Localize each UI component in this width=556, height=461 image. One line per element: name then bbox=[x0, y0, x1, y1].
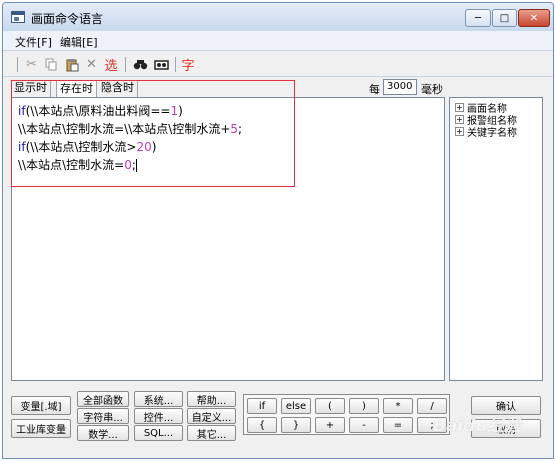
custom-button[interactable]: 自定义... bbox=[187, 408, 236, 424]
operator-button[interactable]: * bbox=[383, 398, 413, 414]
string-button[interactable]: 字符串... bbox=[77, 408, 129, 424]
menu-file[interactable]: 文件[F] bbox=[15, 34, 52, 50]
menu-edit[interactable]: 编辑[E] bbox=[60, 34, 98, 50]
toolbar-separator bbox=[125, 57, 126, 72]
maximize-button[interactable]: □ bbox=[492, 9, 517, 27]
select-button[interactable]: 选 bbox=[102, 56, 120, 74]
toolbar-separator bbox=[175, 57, 176, 72]
window-title: 画面命令语言 bbox=[31, 12, 104, 26]
copy-icon[interactable] bbox=[43, 56, 60, 73]
tree-item-label: 关键字名称 bbox=[467, 127, 517, 139]
operator-button[interactable]: - bbox=[349, 417, 379, 433]
char-button[interactable]: 字 bbox=[179, 56, 197, 74]
sql-button[interactable]: SQL... bbox=[134, 425, 183, 441]
menu-bar: 文件[F] 编辑[E] bbox=[3, 31, 553, 50]
annotation-highlight bbox=[11, 80, 295, 187]
interval-prefix-label: 每 bbox=[369, 83, 380, 96]
expand-icon[interactable]: + bbox=[455, 102, 464, 112]
operator-button[interactable]: = bbox=[383, 417, 413, 433]
title-bar[interactable]: 画面命令语言 ─ □ ✕ bbox=[3, 3, 553, 31]
operator-button[interactable]: ( bbox=[315, 398, 345, 414]
all-functions-button[interactable]: 全部函数 bbox=[77, 391, 129, 407]
operator-button[interactable]: else bbox=[281, 398, 311, 414]
operator-button[interactable]: ) bbox=[349, 398, 379, 414]
find-icon[interactable] bbox=[131, 56, 149, 73]
variable-domain-button[interactable]: 变量[.域] bbox=[11, 396, 71, 415]
cut-icon[interactable]: ✂ bbox=[23, 56, 40, 73]
minimize-button[interactable]: ─ bbox=[465, 9, 491, 27]
expand-icon[interactable]: + bbox=[455, 126, 464, 136]
system-button[interactable]: 系统... bbox=[134, 391, 183, 407]
app-icon bbox=[11, 11, 25, 23]
operator-button[interactable]: + bbox=[315, 417, 345, 433]
interval-input[interactable]: 3000 bbox=[383, 79, 417, 95]
replace-icon[interactable] bbox=[152, 56, 170, 73]
delete-icon[interactable]: ✕ bbox=[83, 56, 100, 73]
paste-icon[interactable] bbox=[63, 56, 80, 73]
content-area: 显示时 存在时 隐含时 每 3000 毫秒 if(\\本站点\原料油出料阀==1… bbox=[3, 77, 553, 458]
interval-unit-label: 毫秒 bbox=[421, 83, 443, 96]
operator-button[interactable]: } bbox=[281, 417, 311, 433]
baidu-watermark: Baidu经验 bbox=[433, 416, 522, 436]
operator-button[interactable]: if bbox=[247, 398, 277, 414]
math-button[interactable]: 数学... bbox=[77, 425, 129, 441]
industrial-variable-button[interactable]: 工业库变量 bbox=[11, 419, 71, 438]
tree-item-keyword-names[interactable]: + 关键字名称 bbox=[455, 125, 517, 139]
control-button[interactable]: 控件... bbox=[134, 408, 183, 424]
expand-icon[interactable]: + bbox=[455, 114, 464, 124]
name-tree[interactable]: + 画面名称 + 报警组名称 + 关键字名称 bbox=[449, 97, 543, 381]
maximize-icon: □ bbox=[499, 12, 510, 24]
close-icon: ✕ bbox=[529, 12, 539, 24]
other-button[interactable]: 其它... bbox=[187, 425, 236, 441]
app-window: 画面命令语言 ─ □ ✕ 文件[F] 编辑[E] ✂ ✕ 选 字 显示时 存在时… bbox=[2, 2, 554, 459]
toolbar-separator bbox=[17, 57, 18, 72]
minimize-icon: ─ bbox=[474, 12, 482, 24]
toolbar: ✂ ✕ 选 字 bbox=[3, 50, 553, 77]
operator-button[interactable]: { bbox=[247, 417, 277, 433]
help-button[interactable]: 帮助... bbox=[187, 391, 236, 407]
close-button[interactable]: ✕ bbox=[518, 9, 550, 27]
